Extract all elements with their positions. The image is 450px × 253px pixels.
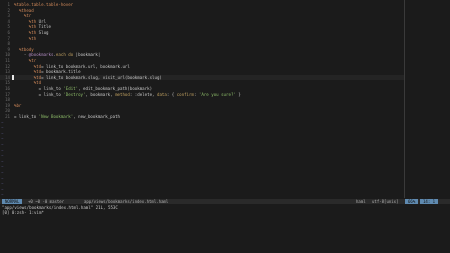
line-number: 2 xyxy=(7,7,10,13)
code-line[interactable]: 20 xyxy=(0,108,405,113)
line-number: 17 xyxy=(5,91,10,97)
line-text: %th Slug xyxy=(28,30,49,35)
code-line[interactable]: 21 = link_to 'New Bookmark', new_bookmark… xyxy=(0,114,405,119)
code-line[interactable]: 5 %th Title xyxy=(0,24,405,29)
code-line[interactable]: 7 %th xyxy=(0,36,405,41)
file-encoding: utf-8[unix] xyxy=(372,199,399,204)
line-number: 7 xyxy=(7,35,10,41)
line-number: 5 xyxy=(7,24,10,30)
empty-line-marker: ~ xyxy=(1,164,4,170)
code-line[interactable]: 6 %th Slug xyxy=(0,30,405,35)
line-number: 6 xyxy=(7,30,10,35)
empty-line-marker: ~ xyxy=(1,142,4,147)
line-number: 11 xyxy=(5,58,10,63)
git-branch: +0 ~0 -0 master xyxy=(28,199,65,204)
line-text: = link_to 'Destroy', bookmark, method: :… xyxy=(14,91,241,97)
code-line[interactable]: 2 %thead xyxy=(0,8,405,13)
line-text: %td= link_to bookmark.url, bookmark.url xyxy=(33,63,130,69)
status-line: NORMAL +0 ~0 -0 master app/views/bookmar… xyxy=(0,199,450,204)
line-number: 14 xyxy=(5,74,10,80)
line-number: 3 xyxy=(7,13,10,19)
code-line[interactable]: 12 %td= link_to bookmark.url, bookmark.u… xyxy=(0,64,405,69)
line-text: = link_to 'Edit', edit_bookmark_path(boo… xyxy=(14,86,153,91)
line-text: = link_to 'New Bookmark', new_bookmark_p… xyxy=(14,114,121,119)
code-line[interactable]: 13 %td= bookmark.title xyxy=(0,69,405,74)
code-line[interactable]: 4 %th Url xyxy=(0,19,405,24)
code-line[interactable]: 3 %tr xyxy=(0,13,405,18)
empty-line-marker: ~ xyxy=(1,119,4,125)
code-line[interactable]: 15 %td xyxy=(0,80,405,85)
scroll-percent: 66% xyxy=(405,199,419,204)
empty-line-marker: ~ xyxy=(1,136,4,142)
line-number: 18 xyxy=(5,97,10,103)
code-line[interactable]: 9 %tbody xyxy=(0,47,405,52)
empty-line-marker: ~ xyxy=(1,158,4,164)
color-column xyxy=(404,0,405,198)
code-line[interactable]: 11 %tr xyxy=(0,58,405,63)
line-number: 13 xyxy=(5,69,10,75)
line-number: 9 xyxy=(7,46,10,52)
line-number: 21 xyxy=(5,114,10,119)
line-text: %th xyxy=(28,35,37,41)
empty-line-marker: ~ xyxy=(1,192,4,198)
code-line[interactable]: 10 - @bookmarks.each do |bookmark| xyxy=(0,52,405,57)
tmux-status[interactable]: [0] 0:zsh- 1:vim* xyxy=(2,210,44,215)
line-text: %thead xyxy=(18,7,34,13)
empty-line-marker: ~ xyxy=(1,181,4,187)
code-line[interactable]: 8 xyxy=(0,41,405,46)
line-number: 12 xyxy=(5,63,10,69)
code-line[interactable]: 17 = link_to 'Destroy', bookmark, method… xyxy=(0,92,405,97)
file-path: app/views/bookmarks/index.html.haml xyxy=(84,199,169,204)
line-text: %td= bookmark.title xyxy=(33,69,81,75)
line-text: %th Url xyxy=(28,18,47,24)
line-text: %br xyxy=(14,102,22,108)
empty-line-marker: ~ xyxy=(1,125,4,131)
line-text: - @bookmarks.each do |bookmark| xyxy=(14,52,101,58)
line-text: %td= link_to bookmark.slug, visit_url(bo… xyxy=(33,74,162,80)
line-number: 4 xyxy=(7,18,10,24)
cursor-position: 14: 1 xyxy=(420,199,439,204)
line-number: 1 xyxy=(7,2,10,7)
empty-line-marker: ~ xyxy=(1,147,4,153)
line-text: %tr xyxy=(28,58,37,63)
line-number: 20 xyxy=(5,108,10,114)
empty-line-marker: ~ xyxy=(1,153,4,159)
mode-indicator: NORMAL xyxy=(2,199,23,204)
text-cursor xyxy=(12,74,14,80)
code-line[interactable]: 19 %br xyxy=(0,103,405,108)
line-text: %th Title xyxy=(28,24,51,30)
empty-line-marker: ~ xyxy=(1,170,4,175)
line-text: %table.table.table-hover xyxy=(14,2,74,7)
line-number: 8 xyxy=(7,41,10,47)
editor-pane[interactable]: 1 %table.table.table-hover 2 %thead 3 %tr 4 … xyxy=(0,0,450,199)
code-line[interactable]: 14 %td= link_to bookmark.slug, visit_url… xyxy=(0,74,405,80)
line-number: 19 xyxy=(5,102,10,108)
code-line[interactable]: 16 = link_to 'Edit', edit_bookmark_path(… xyxy=(0,86,405,91)
line-text: %td xyxy=(33,80,42,86)
empty-line-marker: ~ xyxy=(1,175,4,181)
filetype: haml xyxy=(356,199,366,204)
empty-line-marker: ~ xyxy=(1,130,4,136)
line-number: 10 xyxy=(5,52,10,58)
code-line[interactable]: 18 xyxy=(0,97,405,102)
empty-line-marker: ~ xyxy=(1,186,4,192)
line-number: 16 xyxy=(5,86,10,91)
line-text: %tbody xyxy=(18,46,34,52)
code-line[interactable]: 1 %table.table.table-hover xyxy=(0,2,405,7)
line-text: %tr xyxy=(23,13,32,19)
line-number: 15 xyxy=(5,80,10,86)
